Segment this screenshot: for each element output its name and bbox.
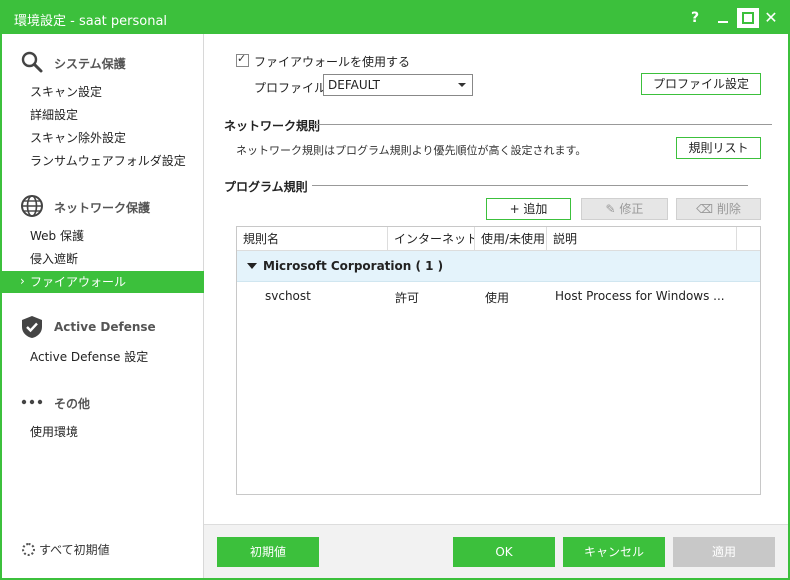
sidebar-item-usage-environment[interactable]: 使用環境 bbox=[2, 421, 204, 443]
more-icon bbox=[21, 399, 43, 405]
sidebar-item-scan-settings[interactable]: スキャン設定 bbox=[2, 81, 204, 103]
divider bbox=[312, 185, 748, 186]
cell-rule-name[interactable]: svchost bbox=[265, 289, 311, 303]
main-panel: ファイアウォールを使用する プロファイル: DEFAULT プロファイル設定 ネ… bbox=[204, 34, 788, 524]
cell-description[interactable]: Host Process for Windows ... bbox=[555, 289, 725, 303]
help-button[interactable]: ? bbox=[684, 8, 706, 28]
globe-icon bbox=[21, 195, 43, 217]
table-header: 規則名 インターネット接続 使用/未使用 説明 bbox=[237, 227, 760, 251]
divider bbox=[312, 124, 772, 125]
cell-use[interactable]: 使用 bbox=[485, 289, 509, 306]
preferences-window: 環境設定 - saat personal ? ✕ システム保護 スキャン設定 詳… bbox=[0, 0, 790, 580]
eraser-icon: ⌫ bbox=[696, 202, 717, 216]
ok-button[interactable]: OK bbox=[453, 537, 555, 567]
section-label: ネットワーク保護 bbox=[54, 201, 151, 215]
title-bar: 環境設定 - saat personal ? ✕ bbox=[2, 2, 788, 34]
column-header-description[interactable]: 説明 bbox=[547, 227, 737, 251]
edit-rule-button[interactable]: ✎ 修正 bbox=[581, 198, 668, 220]
sidebar-item-web-protection[interactable]: Web 保護 bbox=[2, 225, 204, 247]
profile-settings-button[interactable]: プロファイル設定 bbox=[641, 73, 761, 95]
chevron-down-icon bbox=[458, 83, 466, 87]
program-rules-table: 規則名 インターネット接続 使用/未使用 説明 Microsoft Corpor… bbox=[236, 226, 761, 495]
delete-button-label: 削除 bbox=[716, 202, 741, 216]
sidebar-item-scan-exclusions[interactable]: スキャン除外設定 bbox=[2, 127, 204, 149]
default-button[interactable]: 初期値 bbox=[217, 537, 319, 567]
sidebar-item-firewall[interactable]: ファイアウォール bbox=[2, 270, 204, 293]
add-rule-button[interactable]: + 追加 bbox=[486, 198, 571, 220]
sidebar-item-ransomware-folders[interactable]: ランサムウェアフォルダ設定 bbox=[2, 150, 204, 172]
sidebar-item-advanced-settings[interactable]: 詳細設定 bbox=[2, 104, 204, 126]
shield-icon bbox=[22, 316, 42, 338]
delete-rule-button[interactable]: ⌫ 削除 bbox=[676, 198, 761, 220]
sidebar: システム保護 スキャン設定 詳細設定 スキャン除外設定 ランサムウェアフォルダ設… bbox=[2, 34, 204, 578]
section-label: Active Defense bbox=[54, 320, 156, 334]
minimize-button[interactable] bbox=[712, 8, 734, 28]
cell-internet[interactable]: 許可 bbox=[395, 289, 419, 306]
apply-button[interactable]: 適用 bbox=[673, 537, 775, 567]
use-firewall-checkbox[interactable] bbox=[236, 52, 249, 67]
reset-all-button[interactable]: すべて初期値 bbox=[22, 541, 110, 558]
use-firewall-label[interactable]: ファイアウォールを使用する bbox=[254, 53, 410, 70]
collapse-triangle-icon[interactable] bbox=[247, 263, 257, 269]
column-header-use[interactable]: 使用/未使用 bbox=[475, 227, 547, 251]
window-title: 環境設定 - saat personal bbox=[14, 14, 168, 29]
profile-value: DEFAULT bbox=[328, 78, 380, 92]
sidebar-item-active-defense-settings[interactable]: Active Defense 設定 bbox=[2, 346, 204, 368]
network-rules-note: ネットワーク規則はプログラム規則より優先順位が高く設定されます。 bbox=[236, 144, 587, 157]
reset-icon bbox=[22, 543, 35, 556]
close-button[interactable]: ✕ bbox=[760, 8, 782, 28]
sidebar-item-intrusion-block[interactable]: 侵入遮断 bbox=[2, 248, 204, 270]
column-header-rule-name[interactable]: 規則名 bbox=[237, 227, 388, 251]
column-header-internet[interactable]: インターネット接続 bbox=[388, 227, 475, 251]
program-rules-title: プログラム規則 bbox=[224, 180, 308, 194]
section-label: システム保護 bbox=[54, 57, 126, 71]
search-icon bbox=[21, 51, 43, 73]
section-label: その他 bbox=[54, 397, 91, 411]
maximize-button[interactable] bbox=[737, 8, 759, 28]
network-rules-title: ネットワーク規則 bbox=[224, 119, 321, 133]
cancel-button[interactable]: キャンセル bbox=[563, 537, 665, 567]
profile-label: プロファイル: bbox=[254, 81, 331, 95]
group-label: Microsoft Corporation ( 1 ) bbox=[263, 259, 444, 273]
reset-all-label: すべて初期値 bbox=[39, 543, 110, 557]
profile-select[interactable]: DEFAULT bbox=[323, 74, 473, 96]
footer: 初期値 OK キャンセル 適用 bbox=[204, 524, 788, 578]
edit-button-label: 修正 bbox=[619, 202, 644, 216]
pencil-icon: ✎ bbox=[605, 202, 620, 216]
group-row-microsoft[interactable]: Microsoft Corporation ( 1 ) bbox=[237, 251, 760, 282]
rule-list-button[interactable]: 規則リスト bbox=[676, 137, 761, 159]
